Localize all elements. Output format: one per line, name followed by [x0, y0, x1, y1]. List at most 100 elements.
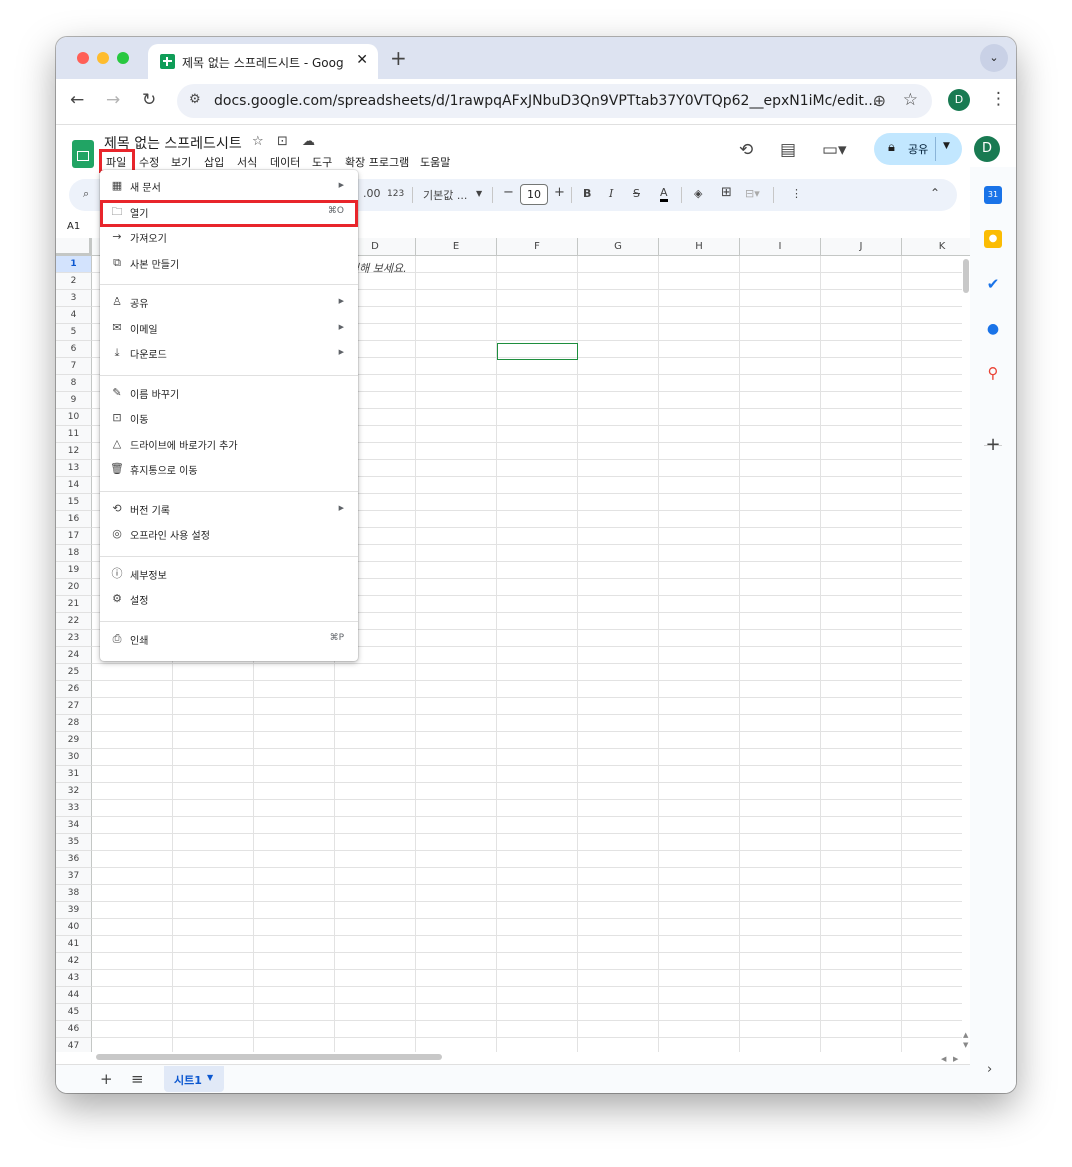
share-dropdown-icon[interactable]: ▼	[943, 141, 950, 151]
row-header[interactable]: 28	[56, 715, 92, 732]
menu-edit[interactable]: 수정	[139, 154, 159, 170]
all-sheets-icon[interactable]: ≡	[131, 1070, 144, 1088]
file-menu-item[interactable]: ◎ 오프라인 사용 설정	[100, 522, 358, 546]
row-header[interactable]: 12	[56, 443, 92, 460]
row-header[interactable]: 27	[56, 698, 92, 715]
row-header[interactable]: 20	[56, 579, 92, 596]
maximize-window-button[interactable]	[117, 52, 129, 64]
row-header[interactable]: 15	[56, 494, 92, 511]
file-menu-item[interactable]: ⤓ 다운로드 ▶	[100, 341, 358, 365]
sheet-tab-dropdown-icon[interactable]: ▼	[207, 1073, 213, 1082]
row-header[interactable]: 9	[56, 392, 92, 409]
font-size-increase-icon[interactable]: +	[554, 185, 565, 200]
file-menu-item[interactable]: 🗑︎ 휴지통으로 이동	[100, 457, 358, 481]
bookmark-star-icon[interactable]: ☆	[903, 90, 918, 110]
forward-arrow-icon[interactable]: →	[106, 90, 120, 110]
row-header[interactable]: 31	[56, 766, 92, 783]
row-header[interactable]: 18	[56, 545, 92, 562]
file-menu-item[interactable]: ⚙ 설정	[100, 587, 358, 611]
column-header[interactable]: I	[740, 238, 821, 256]
row-header[interactable]: 21	[56, 596, 92, 613]
menu-format[interactable]: 서식	[237, 154, 257, 170]
account-avatar[interactable]: D	[974, 136, 1000, 162]
column-header[interactable]: J	[821, 238, 902, 256]
file-menu-item[interactable]: △ 드라이브에 바로가기 추가	[100, 432, 358, 456]
file-menu-item[interactable]: ⟲ 버전 기록 ▶	[100, 497, 358, 521]
row-header[interactable]: 11	[56, 426, 92, 443]
row-header[interactable]: 2	[56, 273, 92, 290]
column-header[interactable]: E	[416, 238, 497, 256]
maps-icon[interactable]: ⚲	[984, 364, 1002, 382]
get-addons-icon[interactable]: +	[984, 436, 1002, 454]
font-size-decrease-icon[interactable]: −	[503, 185, 514, 200]
font-family-select[interactable]: 기본값 ...	[423, 187, 467, 203]
row-header[interactable]: 46	[56, 1021, 92, 1038]
row-header[interactable]: 24	[56, 647, 92, 664]
file-menu-item[interactable]: ✉ 이메일 ▶	[100, 316, 358, 340]
row-header[interactable]: 45	[56, 1004, 92, 1021]
row-header[interactable]: 44	[56, 987, 92, 1004]
url-text[interactable]: docs.google.com/spreadsheets/d/1rawpqAFx…	[214, 93, 877, 109]
row-header[interactable]: 35	[56, 834, 92, 851]
row-header[interactable]: 47	[56, 1038, 92, 1052]
reload-icon[interactable]: ↻	[142, 90, 156, 110]
name-box[interactable]: A1	[67, 221, 80, 232]
share-button[interactable]: 🔒︎ 공유 ▼	[874, 133, 962, 165]
vertical-scrollbar[interactable]	[962, 256, 970, 1052]
browser-menu-icon[interactable]: ⋮	[990, 89, 1007, 109]
minimize-window-button[interactable]	[97, 52, 109, 64]
row-header[interactable]: 39	[56, 902, 92, 919]
browser-tab[interactable]: 제목 없는 스프레드시트 - Google ✕	[148, 44, 378, 79]
row-header[interactable]: 38	[56, 885, 92, 902]
row-header[interactable]: 1	[56, 256, 92, 273]
decimal-increase-button[interactable]: .00	[363, 187, 381, 200]
fill-color-icon[interactable]: ◈	[694, 187, 702, 200]
search-menus-icon[interactable]: ⌕	[83, 187, 89, 201]
row-header[interactable]: 26	[56, 681, 92, 698]
row-header[interactable]: 14	[56, 477, 92, 494]
menu-data[interactable]: 데이터	[270, 154, 300, 170]
column-header[interactable]: K	[902, 238, 970, 256]
comments-icon[interactable]: ▤	[780, 140, 796, 160]
bold-icon[interactable]: B	[583, 187, 591, 200]
row-header[interactable]: 5	[56, 324, 92, 341]
row-header[interactable]: 25	[56, 664, 92, 681]
scroll-left-icon[interactable]: ◀	[941, 1055, 946, 1063]
close-window-button[interactable]	[77, 52, 89, 64]
sheets-logo-icon[interactable]	[72, 140, 94, 168]
menu-help[interactable]: 도움말	[420, 154, 450, 170]
zoom-icon[interactable]: ⊕	[873, 91, 886, 110]
row-header[interactable]: 10	[56, 409, 92, 426]
file-menu-item[interactable]: ♙ 공유 ▶	[100, 290, 358, 314]
more-options-icon[interactable]: ⋮	[791, 187, 802, 200]
column-header[interactable]: F	[497, 238, 578, 256]
row-header[interactable]: 22	[56, 613, 92, 630]
number-format-button[interactable]: 123	[387, 189, 404, 199]
version-history-icon[interactable]: ⟲	[739, 140, 753, 160]
file-menu-item[interactable]: → 가져오기	[100, 225, 358, 249]
row-header[interactable]: 30	[56, 749, 92, 766]
font-dropdown-icon[interactable]: ▼	[476, 189, 482, 198]
browser-profile-avatar[interactable]: D	[948, 89, 970, 111]
tab-search-icon[interactable]: ⌄	[980, 44, 1008, 72]
meet-video-icon[interactable]: ▭▾	[822, 140, 847, 160]
menu-view[interactable]: 보기	[171, 154, 191, 170]
row-header[interactable]: 17	[56, 528, 92, 545]
row-header[interactable]: 36	[56, 851, 92, 868]
collapse-toolbar-icon[interactable]: ⌃	[930, 186, 940, 200]
file-menu-item[interactable]: ⓘ 세부정보	[100, 562, 358, 586]
row-header[interactable]: 40	[56, 919, 92, 936]
row-header[interactable]: 42	[56, 953, 92, 970]
file-menu-item[interactable]: ⎙ 인쇄 ⌘P	[100, 627, 358, 651]
row-header[interactable]: 29	[56, 732, 92, 749]
scroll-up-icon[interactable]: ▲	[963, 1031, 968, 1039]
scroll-down-icon[interactable]: ▼	[963, 1041, 968, 1049]
contacts-icon[interactable]: ●	[984, 320, 1002, 338]
borders-icon[interactable]: ⊞	[721, 185, 732, 200]
menu-insert[interactable]: 삽입	[204, 154, 224, 170]
sheet-tab[interactable]: 시트1 ▼	[164, 1066, 224, 1092]
font-size-input[interactable]: 10	[520, 184, 548, 205]
scroll-right-icon[interactable]: ▶	[953, 1055, 958, 1063]
row-header[interactable]: 3	[56, 290, 92, 307]
row-header[interactable]: 32	[56, 783, 92, 800]
